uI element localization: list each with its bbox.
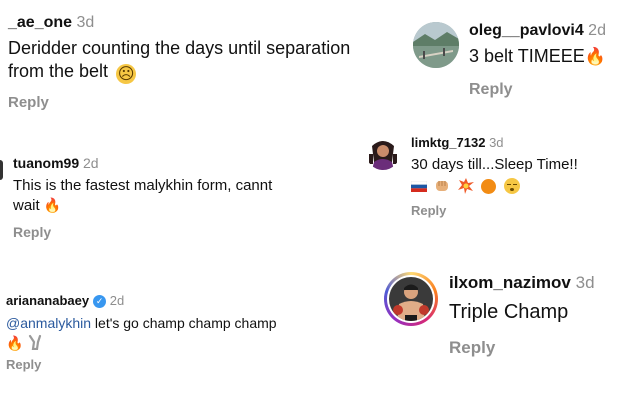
reply-button[interactable]: Reply [13,224,51,240]
handshake-icon [28,334,41,351]
fighter-photo-icon [389,277,433,321]
reply-button[interactable]: Reply [469,81,513,99]
sleepy-face-icon [503,178,520,194]
avatar[interactable] [384,272,438,326]
reply-button[interactable]: Reply [411,203,446,218]
comment-time: 3d [76,14,95,31]
comment-username[interactable]: tuanom99 [13,155,79,171]
comment-time: 3d [575,273,595,292]
comment-username[interactable]: oleg__pavlovi4 [469,22,584,39]
comment-text-line: This is the fastest malykhin form, cannt [13,177,273,194]
comment-username[interactable]: ilxom_nazimov [449,273,571,292]
fire-icon: 🔥 [6,336,24,352]
comment-ae-one: _ae_one 3d Deridder counting the days un… [8,14,388,111]
fist-icon [436,181,449,191]
landscape-photo-icon [413,22,459,68]
comment-text-part: let's go champ champ champ [91,315,277,331]
comment-text-part: 3 belt TIMEEE [469,46,585,66]
mention-link[interactable]: @anmalykhin [6,315,91,331]
cartoon-avatar-icon [369,141,397,170]
comment-time: 2d [109,293,125,308]
avatar[interactable] [413,22,459,68]
comment-time: 2d [83,155,99,171]
comment-text: @anmalykhin let's go champ champ champ [6,315,346,331]
verified-badge-icon: ✓ [93,295,107,308]
comment-ariananabaey: ariananabaey ✓ 2d @anmalykhin let's go ch… [6,293,346,372]
orange-circle-icon [481,179,497,194]
comment-text-part: from the belt [8,61,109,81]
comment-text-line: from the belt ☹ [8,60,388,84]
comment-text-line: wait 🔥 [13,196,333,216]
comment-ilxom: ilxom_nazimov 3d Triple Champ Reply [449,273,639,358]
collision-icon [457,178,474,194]
comment-text: 3 belt TIMEEE🔥 [469,46,639,67]
comment-text-line: Deridder counting the days until separat… [8,38,351,58]
fire-icon: 🔥 [584,47,606,67]
comment-username[interactable]: limktg_7132 [411,135,485,150]
comment-username[interactable]: ariananabaey [6,293,89,308]
reply-button[interactable]: Reply [8,94,49,111]
fire-icon: 🔥 [43,198,62,214]
comment-text: Deridder counting the days until separat… [8,37,388,84]
russia-flag-icon [411,181,427,192]
cropped-avatar [0,160,3,180]
frowning-face-icon: ☹ [116,64,137,84]
comment-text: This is the fastest malykhin form, cannt… [13,176,333,216]
avatar[interactable] [366,136,400,170]
comment-text-part: wait [13,197,40,214]
comment-tuanom99: tuanom99 2d This is the fastest malykhin… [13,155,333,240]
comment-time: 3d [489,135,504,150]
reply-button[interactable]: Reply [6,357,41,372]
comment-username[interactable]: _ae_one [8,14,72,31]
comment-limktg: limktg_7132 3d 30 days till...Sleep Time… [411,135,636,218]
emoji-row: 🔥 [6,334,346,352]
comment-text: 30 days till...Sleep Time!! [411,156,578,173]
emoji-row [411,178,636,196]
comment-text: Triple Champ [449,301,569,323]
comment-oleg: oleg__pavlovi4 2d 3 belt TIMEEE🔥 Reply [469,22,639,99]
comment-time: 2d [588,22,606,39]
reply-button[interactable]: Reply [449,338,495,358]
